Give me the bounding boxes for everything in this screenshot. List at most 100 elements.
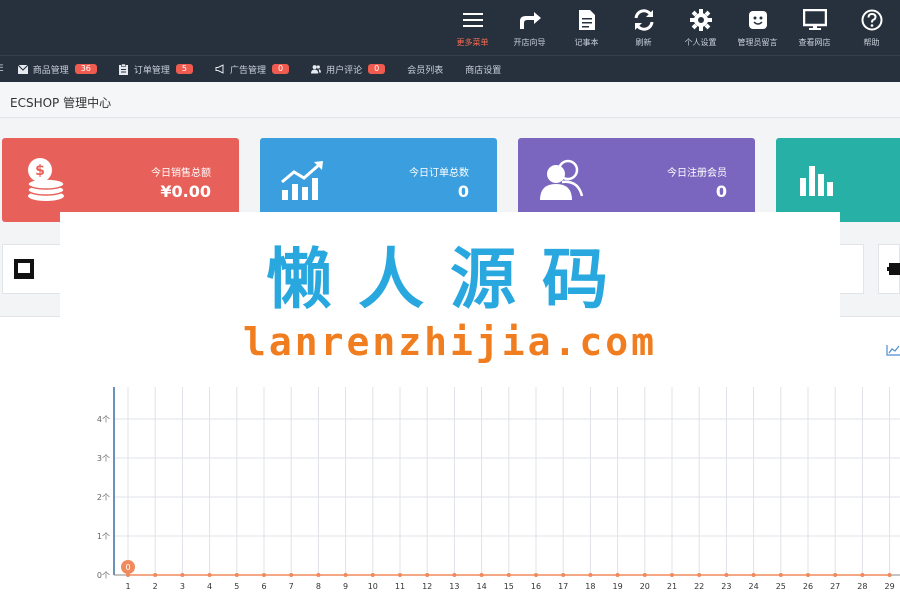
chart-x-tick-label: 22 bbox=[694, 582, 704, 591]
quick-nav-shop-settings-label: 商店设置 bbox=[465, 65, 502, 76]
chart-x-tick-label: 20 bbox=[640, 582, 650, 591]
chart-point bbox=[180, 573, 185, 577]
chart-x-tick-label: 5 bbox=[234, 582, 239, 591]
chart-y-tick-label: 0个 bbox=[97, 571, 110, 580]
chart-x-tick-label: 29 bbox=[885, 582, 895, 591]
quick-nav-ads[interactable]: 广告管理 0 bbox=[215, 63, 290, 76]
quick-link-box-right[interactable] bbox=[878, 244, 900, 294]
chart-y-tick-label: 2个 bbox=[97, 493, 110, 502]
chart-point bbox=[153, 573, 158, 577]
page-header: ECSHOP 管理中心 bbox=[0, 82, 900, 118]
quick-nav-cut-item[interactable]: E bbox=[0, 64, 4, 74]
chart-point bbox=[588, 573, 593, 577]
personal-settings-label: 个人设置 bbox=[684, 37, 717, 47]
chart-point bbox=[642, 573, 647, 577]
chart-x-tick-label: 4 bbox=[207, 582, 212, 591]
chart-x-tick-label: 1 bbox=[125, 582, 130, 591]
quick-nav-shop-settings[interactable]: 商店设置 bbox=[465, 63, 501, 76]
card-today-orders-label: 今日订单总数 bbox=[409, 168, 469, 179]
personal-settings-button[interactable]: 个人设置 bbox=[672, 0, 729, 55]
chart-x-tick-label: 12 bbox=[422, 582, 432, 591]
chart-point bbox=[534, 573, 538, 577]
quick-nav-comments-label: 用户评论 bbox=[326, 65, 363, 76]
refresh-label: 刷新 bbox=[635, 37, 652, 47]
chart-y-tick-label: 1个 bbox=[97, 532, 110, 541]
notepad-icon bbox=[575, 8, 599, 32]
shop-wizard-button[interactable]: 开店向导 bbox=[501, 0, 558, 55]
refresh-button[interactable]: 刷新 bbox=[615, 0, 672, 55]
chart-y-tick-label: 3个 bbox=[97, 454, 110, 463]
quick-nav: E 商品管理 36 订单管理 5 广告管理 0 用户评论 0 会员列表 商店设置 bbox=[0, 55, 900, 82]
shop-wizard-label: 开店向导 bbox=[513, 37, 546, 47]
view-shop-label: 查看网店 bbox=[798, 37, 831, 47]
chart-x-tick-label: 26 bbox=[803, 582, 813, 591]
chart-point bbox=[289, 573, 294, 577]
chart-x-tick-label: 2 bbox=[153, 582, 158, 591]
chart-x-tick-label: 11 bbox=[395, 582, 405, 591]
chart-x-tick-label: 10 bbox=[368, 582, 378, 591]
quick-nav-members-label: 会员列表 bbox=[407, 65, 444, 76]
card-today-members[interactable]: 今日注册会员 0 bbox=[518, 138, 755, 222]
view-shop-button[interactable]: 查看网店 bbox=[786, 0, 843, 55]
quick-link-box-middle bbox=[840, 244, 864, 294]
chart-x-tick-label: 25 bbox=[776, 582, 786, 591]
quick-nav-members[interactable]: 会员列表 bbox=[407, 63, 443, 76]
trend-chart-icon bbox=[280, 156, 328, 204]
notepad-label: 记事本 bbox=[574, 37, 599, 47]
quick-link-box-left[interactable] bbox=[2, 244, 62, 294]
chart-x-tick-label: 17 bbox=[558, 582, 568, 591]
chart-x-tick-label: 18 bbox=[585, 582, 595, 591]
chart-point bbox=[506, 573, 511, 577]
comments-count-badge: 0 bbox=[368, 64, 386, 74]
chart-x-tick-label: 15 bbox=[504, 582, 514, 591]
megaphone-icon bbox=[215, 64, 225, 74]
chart-point bbox=[234, 573, 239, 577]
card-today-orders[interactable]: 今日订单总数 0 bbox=[260, 138, 497, 222]
chart-point bbox=[479, 573, 484, 577]
card-today-sales-value: ¥0.00 bbox=[160, 182, 211, 201]
more-menu-button[interactable]: 更多菜单 bbox=[444, 0, 501, 55]
clipboard-icon bbox=[119, 63, 129, 75]
chart-point bbox=[887, 573, 892, 577]
camera-icon bbox=[887, 259, 900, 281]
svg-text:$: $ bbox=[35, 163, 45, 179]
card-today-sales-label: 今日销售总额 bbox=[151, 168, 211, 179]
quick-nav-orders-label: 订单管理 bbox=[133, 65, 170, 76]
chart-y-tick-label: 4个 bbox=[97, 415, 110, 424]
chart-x-tick-label: 24 bbox=[749, 582, 759, 591]
chart-x-tick-label: 6 bbox=[261, 582, 266, 591]
more-menu-label: 更多菜单 bbox=[456, 37, 489, 47]
chart-x-tick-label: 14 bbox=[477, 582, 487, 591]
quick-nav-orders[interactable]: 订单管理 5 bbox=[119, 63, 193, 76]
chart-point bbox=[806, 573, 810, 577]
orders-count-badge: 5 bbox=[175, 64, 193, 74]
chart-point bbox=[860, 573, 865, 577]
help-icon bbox=[860, 8, 884, 32]
notepad-button[interactable]: 记事本 bbox=[558, 0, 615, 55]
card-today-members-value: 0 bbox=[715, 182, 727, 201]
help-button[interactable]: 帮助 bbox=[843, 0, 900, 55]
users-icon bbox=[311, 64, 322, 74]
card-today-sales[interactable]: $ 今日销售总额 ¥0.00 bbox=[2, 138, 239, 222]
quick-nav-goods[interactable]: 商品管理 36 bbox=[17, 63, 97, 76]
chart-point bbox=[316, 573, 321, 577]
goods-count-badge: 36 bbox=[74, 64, 97, 74]
chart-x-tick-label: 13 bbox=[449, 582, 459, 591]
top-toolbar: 更多菜单 开店向导 记事本 刷新 个人设置 管理员留言 查看网店 帮助 bbox=[444, 0, 900, 55]
quick-nav-comments[interactable]: 用户评论 0 bbox=[311, 63, 386, 76]
monitor-icon bbox=[802, 8, 827, 32]
chart-point bbox=[670, 573, 674, 577]
card-today-members-label: 今日注册会员 bbox=[667, 168, 727, 179]
bar-chart-icon bbox=[796, 156, 844, 204]
chart-point bbox=[833, 573, 838, 577]
top-bar: 更多菜单 开店向导 记事本 刷新 个人设置 管理员留言 查看网店 帮助 bbox=[0, 0, 900, 55]
quick-nav-ads-label: 广告管理 bbox=[230, 65, 267, 76]
admin-message-button[interactable]: 管理员留言 bbox=[729, 0, 786, 55]
chart-x-tick-label: 7 bbox=[289, 582, 294, 591]
mail-icon bbox=[17, 64, 28, 74]
chart-point bbox=[207, 573, 212, 577]
card-statistics[interactable] bbox=[776, 138, 900, 222]
share-arrow-icon bbox=[518, 8, 542, 32]
help-label: 帮助 bbox=[863, 37, 880, 47]
coins-icon: $ bbox=[22, 156, 70, 204]
